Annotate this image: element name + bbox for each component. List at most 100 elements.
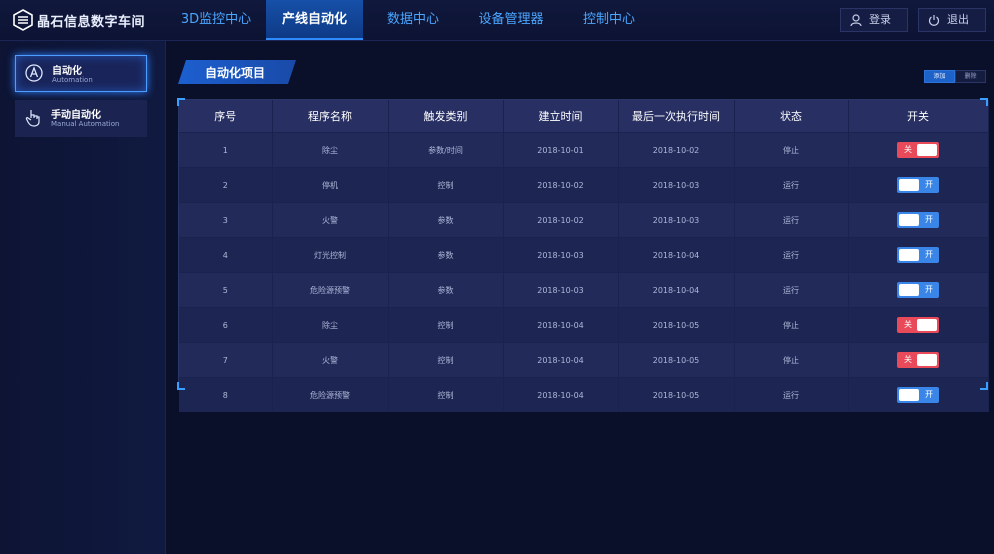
cell-trigger: 控制 xyxy=(388,307,504,343)
cell-created: 2018-10-03 xyxy=(503,237,619,273)
tab-device-manager[interactable]: 设备管理器 xyxy=(463,0,559,40)
toggle-switch[interactable]: 关 xyxy=(897,142,939,158)
logout-button[interactable]: 退出 xyxy=(918,8,986,32)
tab-3d-monitor[interactable]: 3D监控中心 xyxy=(168,0,264,40)
cell-no: 3 xyxy=(179,202,273,238)
cell-name: 除尘 xyxy=(272,132,389,168)
cell-status: 运行 xyxy=(734,237,849,273)
toggle-label: 开 xyxy=(925,250,933,259)
add-button[interactable]: 添加 xyxy=(924,70,955,83)
toggle-switch[interactable]: 开 xyxy=(897,177,939,193)
column-header: 开关 xyxy=(848,100,989,133)
table-row: 6 除尘 控制 2018-10-04 2018-10-05 停止 关 xyxy=(179,307,989,343)
toggle-knob xyxy=(917,319,937,331)
cell-last-run: 2018-10-03 xyxy=(618,202,735,238)
logo-icon xyxy=(13,9,33,31)
toggle-label: 开 xyxy=(925,285,933,294)
cell-no: 8 xyxy=(179,377,273,412)
cell-created: 2018-10-02 xyxy=(503,167,619,203)
toggle-switch[interactable]: 开 xyxy=(897,282,939,298)
cell-switch: 开 xyxy=(848,167,989,203)
corner-decoration xyxy=(980,98,988,106)
cell-trigger: 参数 xyxy=(388,272,504,308)
cell-status: 停止 xyxy=(734,307,849,343)
toggle-knob xyxy=(917,144,937,156)
cell-last-run: 2018-10-05 xyxy=(618,377,735,412)
toggle-knob xyxy=(899,249,919,261)
cell-last-run: 2018-10-05 xyxy=(618,342,735,378)
cell-created: 2018-10-01 xyxy=(503,132,619,168)
login-button[interactable]: 登录 xyxy=(840,8,908,32)
sidebar-item-title: 自动化 xyxy=(52,66,82,77)
cell-no: 6 xyxy=(179,307,273,343)
login-label: 登录 xyxy=(869,13,891,26)
cell-switch: 关 xyxy=(848,342,989,378)
cell-status: 运行 xyxy=(734,377,849,412)
cell-name: 火警 xyxy=(272,342,389,378)
cell-status: 停止 xyxy=(734,342,849,378)
table-header-row: 序号 程序名称 触发类别 建立时间 最后一次执行时间 状态 开关 xyxy=(179,100,989,133)
toggle-label: 开 xyxy=(925,390,933,399)
toggle-switch[interactable]: 开 xyxy=(897,212,939,228)
column-header: 触发类别 xyxy=(388,100,504,133)
toggle-label: 开 xyxy=(925,215,933,224)
section-title: 自动化项目 xyxy=(205,66,266,80)
toggle-switch[interactable]: 关 xyxy=(897,317,939,333)
cell-no: 2 xyxy=(179,167,273,203)
table: 序号 程序名称 触发类别 建立时间 最后一次执行时间 状态 开关 1 除尘 参数… xyxy=(179,100,989,412)
cell-trigger: 参数 xyxy=(388,202,504,238)
column-header: 序号 xyxy=(179,100,273,133)
cell-no: 4 xyxy=(179,237,273,273)
cell-created: 2018-10-04 xyxy=(503,307,619,343)
sidebar: 自动化 Automation 手动自动化 Manual Automation xyxy=(0,41,166,554)
table-row: 7 火警 控制 2018-10-04 2018-10-05 停止 关 xyxy=(179,342,989,378)
delete-button[interactable]: 删除 xyxy=(955,70,986,83)
cell-trigger: 控制 xyxy=(388,342,504,378)
tab-line-automation[interactable]: 产线自动化 xyxy=(266,0,363,40)
top-bar: 晶石信息数字车间 3D监控中心 产线自动化 数据中心 设备管理器 控制中心 登录… xyxy=(0,0,994,41)
toggle-label: 关 xyxy=(904,355,912,364)
tab-data-center[interactable]: 数据中心 xyxy=(365,0,461,40)
column-header: 最后一次执行时间 xyxy=(618,100,735,133)
table-row: 8 危险源预警 控制 2018-10-04 2018-10-05 运行 开 xyxy=(179,377,989,412)
cell-switch: 关 xyxy=(848,132,989,168)
toggle-switch[interactable]: 开 xyxy=(897,247,939,263)
logout-label: 退出 xyxy=(947,13,969,26)
cell-last-run: 2018-10-04 xyxy=(618,272,735,308)
corner-decoration xyxy=(980,382,988,390)
sidebar-item-manual-automation[interactable]: 手动自动化 Manual Automation xyxy=(15,100,147,137)
cell-name: 停机 xyxy=(272,167,389,203)
toggle-knob xyxy=(899,284,919,296)
sidebar-item-title: 手动自动化 xyxy=(51,110,101,121)
user-icon xyxy=(850,14,862,27)
cell-name: 危险源预警 xyxy=(272,272,389,308)
toggle-switch[interactable]: 关 xyxy=(897,352,939,368)
tab-control-center[interactable]: 控制中心 xyxy=(561,0,657,40)
power-icon xyxy=(928,15,940,26)
cell-created: 2018-10-02 xyxy=(503,202,619,238)
toggle-knob xyxy=(917,354,937,366)
cell-switch: 开 xyxy=(848,272,989,308)
column-header: 程序名称 xyxy=(272,100,389,133)
automation-icon xyxy=(25,64,43,82)
table-row: 5 危险源预警 参数 2018-10-03 2018-10-04 运行 开 xyxy=(179,272,989,308)
cell-name: 除尘 xyxy=(272,307,389,343)
column-header: 状态 xyxy=(734,100,849,133)
cell-trigger: 控制 xyxy=(388,377,504,412)
cell-trigger: 参数 xyxy=(388,237,504,273)
cell-name: 灯光控制 xyxy=(272,237,389,273)
cell-switch: 开 xyxy=(848,377,989,412)
toggle-label: 开 xyxy=(925,180,933,189)
cell-no: 7 xyxy=(179,342,273,378)
sidebar-item-subtitle: Automation xyxy=(52,76,93,84)
cell-status: 停止 xyxy=(734,132,849,168)
toggle-switch[interactable]: 开 xyxy=(897,387,939,403)
cell-status: 运行 xyxy=(734,272,849,308)
toggle-knob xyxy=(899,389,919,401)
sidebar-item-automation[interactable]: 自动化 Automation xyxy=(15,55,147,92)
cell-created: 2018-10-03 xyxy=(503,272,619,308)
table-body: 1 除尘 参数/时间 2018-10-01 2018-10-02 停止 关 2 … xyxy=(179,132,989,412)
cell-created: 2018-10-04 xyxy=(503,377,619,412)
cell-status: 运行 xyxy=(734,202,849,238)
cell-no: 1 xyxy=(179,132,273,168)
